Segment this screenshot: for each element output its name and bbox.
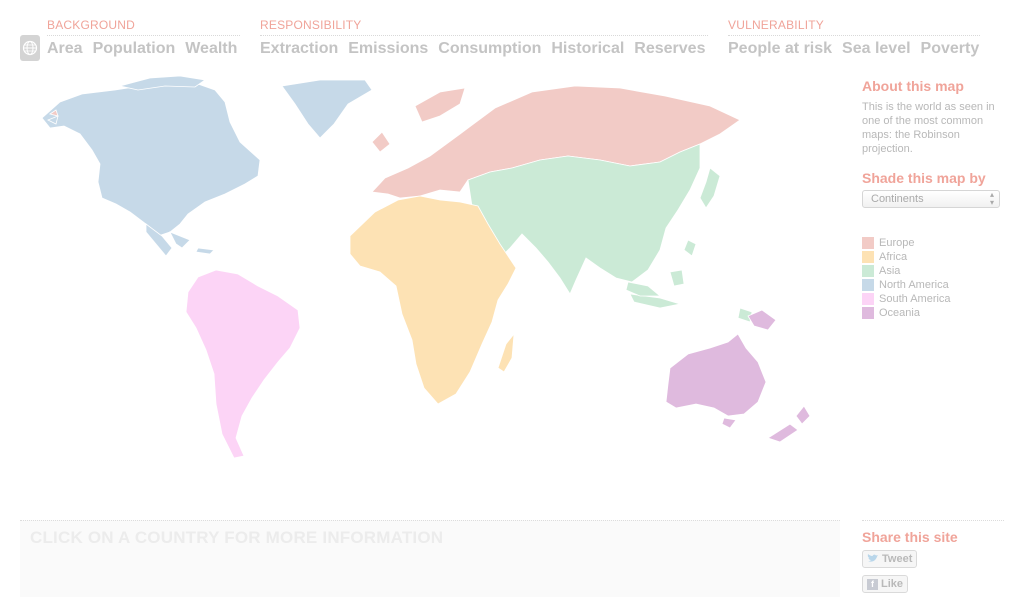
legend-label: Oceania [879,307,920,319]
legend-label: Europe [879,237,915,249]
continent-north-america[interactable] [41,75,373,257]
country-info-prompt: CLICK ON A COUNTRY FOR MORE INFORMATION [30,528,444,547]
share-section: Share this site Tweet f Like [862,520,1004,593]
nav-item-emissions[interactable]: Emissions [348,40,428,58]
share-title: Share this site [862,529,958,545]
nav-item-poverty[interactable]: Poverty [921,40,980,58]
nav-item-people-at-risk[interactable]: People at risk [728,40,832,58]
tweet-label: Tweet [882,553,913,565]
shade-by-value: Continents [871,193,924,205]
nav-item-consumption[interactable]: Consumption [438,40,541,58]
legend-item-europe: Europe [862,236,1007,250]
continent-oceania[interactable] [665,309,811,443]
nav-item-sea-level[interactable]: Sea level [842,40,911,58]
legend-label: Africa [879,251,908,263]
nav-group-label: VULNERABILITY [728,18,980,36]
legend-swatch [862,279,874,291]
like-button[interactable]: f Like [862,575,909,593]
tweet-button[interactable]: Tweet [862,550,918,568]
shade-map-title: Shade this map by [862,170,986,186]
legend-item-africa: Africa [862,250,1007,264]
select-arrows-icon: ▴ ▾ [989,190,994,207]
legend-swatch [862,307,874,319]
nav-group-background: BACKGROUND Area Population Wealth [47,18,240,58]
legend-swatch [862,293,874,305]
legend-swatch [862,265,874,277]
like-label: Like [881,578,904,590]
legend-label: North America [879,279,949,291]
legend-item-north-america: North America [862,278,1007,292]
nav-item-extraction[interactable]: Extraction [260,40,338,58]
nav-group-label: BACKGROUND [47,18,240,36]
legend-label: Asia [879,265,901,277]
legend-item-oceania: Oceania [862,306,1007,320]
legend-swatch [862,237,874,249]
sidebar: About this map This is the world as seen… [862,78,1007,320]
nav-group-label: RESPONSIBILITY [260,18,708,36]
country-info-panel: CLICK ON A COUNTRY FOR MORE INFORMATION [20,520,840,597]
nav-group-vulnerability: VULNERABILITY People at risk Sea level P… [728,18,980,58]
legend-label: South America [879,293,951,305]
facebook-icon: f [867,578,878,590]
nav-item-wealth[interactable]: Wealth [185,40,237,58]
globe-icon [22,40,38,56]
continent-asia[interactable] [467,143,753,323]
about-map-text: This is the world as seen in one of the … [862,101,995,155]
about-map-title: About this map [862,78,964,94]
legend-swatch [862,251,874,263]
legend: Europe Africa Asia North America South A… [862,236,1007,320]
twitter-bird-icon [867,554,878,562]
world-map [41,75,811,459]
legend-item-asia: Asia [862,264,1007,278]
continent-south-america[interactable] [185,269,301,459]
nav-item-area[interactable]: Area [47,40,83,58]
nav-item-reserves[interactable]: Reserves [634,40,705,58]
nav-item-historical[interactable]: Historical [551,40,624,58]
nav-group-responsibility: RESPONSIBILITY Extraction Emissions Cons… [260,18,708,58]
globe-home-button[interactable] [20,35,40,61]
nav-item-population[interactable]: Population [93,40,176,58]
legend-item-south-america: South America [862,292,1007,306]
shade-by-select[interactable]: Continents ▴ ▾ [862,190,1000,208]
